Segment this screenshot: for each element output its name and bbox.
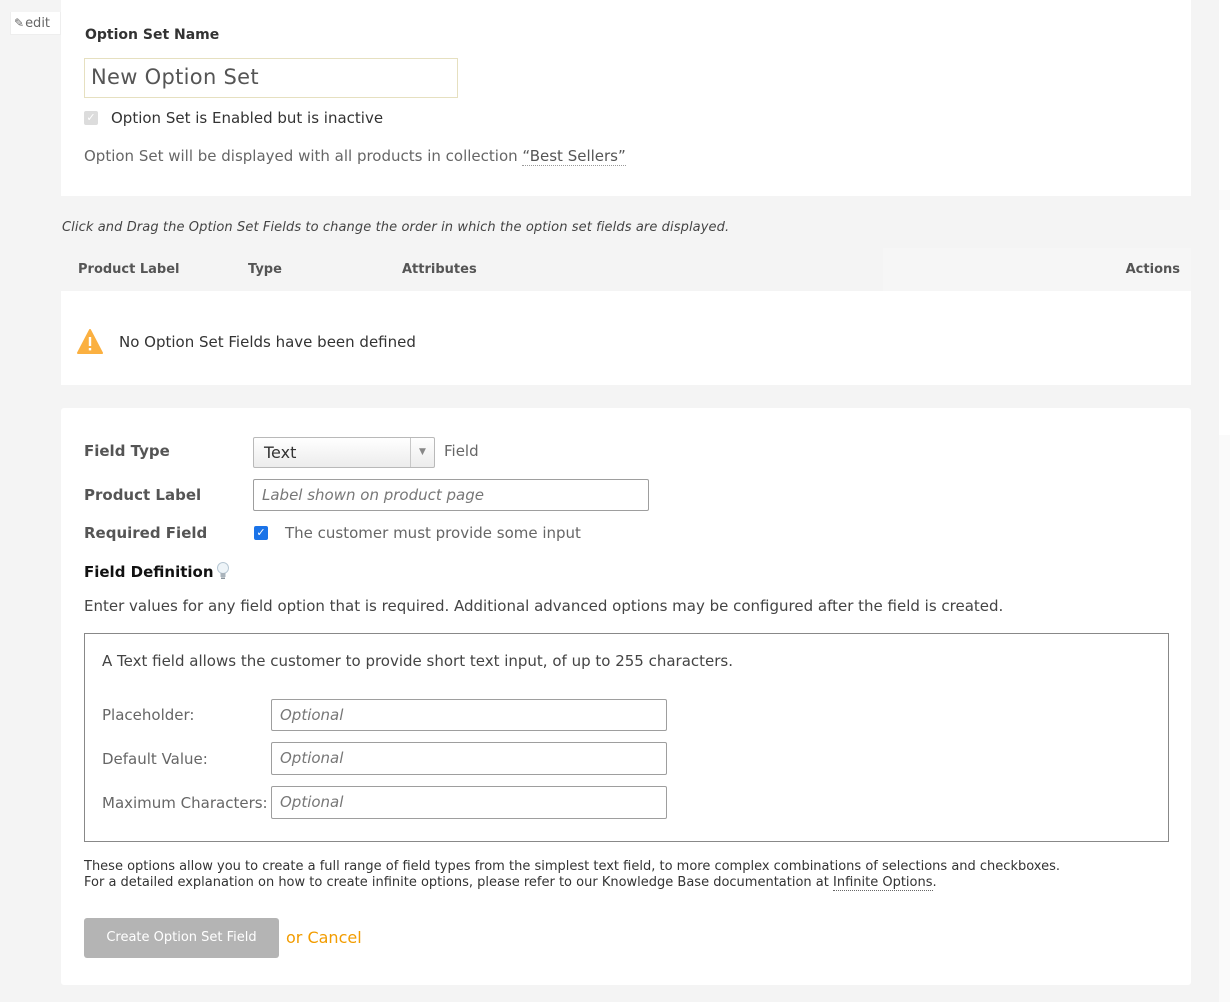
max-chars-input[interactable]: Optional bbox=[271, 786, 667, 819]
enabled-label: Option Set is Enabled but is inactive bbox=[111, 109, 384, 127]
placeholder-input[interactable]: Optional bbox=[271, 699, 667, 731]
help-line-1: These options allow you to create a full… bbox=[84, 859, 1060, 874]
product-label-label: Product Label bbox=[84, 486, 202, 504]
field-definition-title: Field Definition bbox=[84, 563, 214, 581]
pencil-icon: ✎ bbox=[14, 16, 25, 30]
placeholder-label: Placeholder: bbox=[102, 706, 195, 724]
option-set-name-label: Option Set Name bbox=[85, 27, 220, 43]
display-info: Option Set will be displayed with all pr… bbox=[84, 147, 626, 166]
column-product-label: Product Label bbox=[78, 262, 180, 277]
option-set-name-input[interactable]: New Option Set bbox=[84, 58, 458, 98]
required-description: The customer must provide some input bbox=[285, 524, 581, 542]
empty-message: No Option Set Fields have been defined bbox=[119, 333, 416, 351]
cancel-link[interactable]: or Cancel bbox=[286, 928, 362, 947]
field-type-suffix: Field bbox=[444, 442, 479, 460]
required-checkbox[interactable]: ✓ bbox=[254, 526, 268, 540]
required-field-label: Required Field bbox=[84, 524, 208, 542]
new-field-card: Field Type Text ▼ Field Product Label La… bbox=[61, 408, 1191, 985]
option-set-card: Option Set Name New Option Set ✓ Option … bbox=[61, 0, 1191, 196]
edit-link[interactable]: ✎edit bbox=[10, 12, 61, 35]
product-label-input[interactable]: Label shown on product page bbox=[253, 479, 649, 511]
column-actions: Actions bbox=[1125, 262, 1180, 277]
display-info-text: Option Set will be displayed with all pr… bbox=[84, 147, 523, 165]
enabled-checkbox[interactable]: ✓ bbox=[84, 111, 98, 125]
max-chars-label: Maximum Characters: bbox=[102, 794, 268, 812]
edit-label: edit bbox=[25, 16, 51, 31]
right-scroll-strip bbox=[1219, 0, 1230, 1002]
lightbulb-icon[interactable] bbox=[215, 561, 231, 581]
column-attributes: Attributes bbox=[402, 262, 477, 277]
help-text: These options allow you to create a full… bbox=[84, 859, 1060, 891]
create-option-set-field-button[interactable]: Create Option Set Field bbox=[84, 918, 279, 958]
infinite-options-link[interactable]: Infinite Options bbox=[833, 875, 933, 891]
definition-intro: A Text field allows the customer to prov… bbox=[102, 652, 734, 670]
drag-hint: Click and Drag the Option Set Fields to … bbox=[62, 220, 730, 235]
default-value-input[interactable]: Optional bbox=[271, 742, 667, 775]
field-type-value: Text bbox=[264, 443, 297, 462]
help-line-2: For a detailed explanation on how to cre… bbox=[84, 875, 937, 891]
table-header: Product Label Type Attributes Actions bbox=[61, 248, 1191, 291]
field-definition-box: A Text field allows the customer to prov… bbox=[84, 633, 1169, 842]
field-type-label: Field Type bbox=[84, 442, 170, 460]
chevron-down-icon: ▼ bbox=[410, 438, 434, 467]
column-type: Type bbox=[248, 262, 282, 277]
collection-link[interactable]: “Best Sellers” bbox=[522, 147, 626, 166]
warning-icon bbox=[77, 329, 103, 354]
field-definition-description: Enter values for any field option that i… bbox=[84, 597, 1004, 615]
default-value-label: Default Value: bbox=[102, 750, 208, 768]
fields-table-card: Product Label Type Attributes Actions No… bbox=[61, 248, 1191, 385]
field-type-select[interactable]: Text ▼ bbox=[253, 437, 435, 468]
